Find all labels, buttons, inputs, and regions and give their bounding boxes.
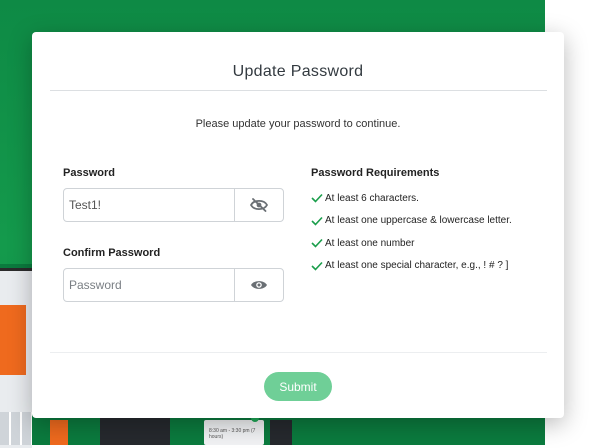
requirement-item: At least one special character, e.g., ! … <box>311 255 512 278</box>
eye-slash-icon <box>250 198 268 212</box>
check-icon <box>311 239 323 248</box>
check-icon <box>311 194 323 203</box>
background-orange-shape-2 <box>50 420 68 445</box>
requirement-text: At least 6 characters. <box>325 192 419 204</box>
requirement-item: At least 6 characters. <box>311 187 512 210</box>
requirement-item: At least one uppercase & lowercase lette… <box>311 210 512 233</box>
requirement-text: At least one special character, e.g., ! … <box>325 260 509 272</box>
check-icon <box>311 216 323 226</box>
requirement-item: At least one number <box>311 232 512 255</box>
title-divider <box>50 90 547 91</box>
requirements-title: Password Requirements <box>311 167 440 179</box>
toggle-password-visibility-button[interactable] <box>234 189 283 221</box>
check-icon <box>311 261 323 271</box>
footer-divider <box>50 352 547 353</box>
background-dark-shape-2 <box>270 420 292 445</box>
password-field <box>63 188 284 222</box>
background-calendar-grid <box>0 412 32 445</box>
confirm-password-input[interactable] <box>64 269 235 301</box>
background-orange-shape <box>0 305 26 375</box>
requirements-list: At least 6 characters. At least one uppe… <box>311 187 512 277</box>
requirement-text: At least one uppercase & lowercase lette… <box>325 215 512 227</box>
toggle-confirm-visibility-button[interactable] <box>234 269 283 301</box>
password-label: Password <box>63 167 115 179</box>
submit-button[interactable]: Submit <box>264 372 332 401</box>
requirement-text: At least one number <box>325 237 415 249</box>
password-input[interactable] <box>64 189 235 221</box>
modal-title: Update Password <box>232 63 364 80</box>
confirm-password-label: Confirm Password <box>63 247 161 259</box>
background-shift-card: 8:30 am - 3:30 pm (7 hours) <box>204 420 264 445</box>
modal-subtitle: Please update your password to continue. <box>195 118 401 130</box>
confirm-password-field <box>63 268 284 302</box>
eye-icon <box>251 281 267 289</box>
update-password-modal: Update Password Please update your passw… <box>32 32 564 418</box>
background-dark-shape <box>100 418 170 445</box>
